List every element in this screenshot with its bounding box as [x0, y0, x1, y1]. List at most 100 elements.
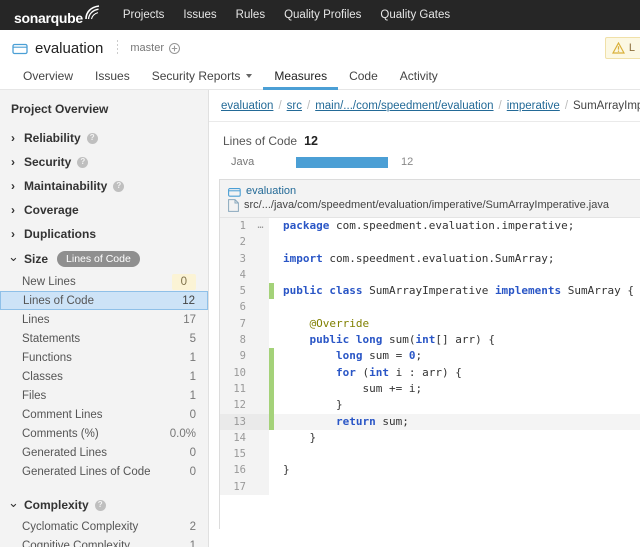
- sidebar-domain-maintainability[interactable]: ›Maintainability?: [0, 174, 208, 198]
- code-line-scm-icon[interactable]: [252, 251, 269, 267]
- code-line[interactable]: 15: [220, 446, 640, 462]
- code-line[interactable]: 5public class SumArrayImperative impleme…: [220, 283, 640, 299]
- code-line[interactable]: 1…package com.speedment.evaluation.imper…: [220, 218, 640, 234]
- breadcrumb-item-main-path[interactable]: main/.../com/speedment/evaluation: [315, 100, 493, 112]
- code-line-scm-icon[interactable]: [252, 479, 269, 495]
- code-line-scm-icon[interactable]: …: [252, 218, 269, 234]
- sidebar-metric-generated-lines[interactable]: Generated Lines0: [0, 443, 208, 462]
- topnav-item-quality-profiles[interactable]: Quality Profiles: [284, 9, 361, 21]
- tab-issues[interactable]: Issues: [84, 64, 141, 90]
- code-line-number[interactable]: 15: [220, 446, 252, 462]
- help-icon[interactable]: ?: [95, 500, 106, 511]
- code-line[interactable]: 9 long sum = 0;: [220, 348, 640, 364]
- breadcrumb-item-imperative[interactable]: imperative: [507, 100, 560, 112]
- code-line-scm-icon[interactable]: [252, 316, 269, 332]
- code-line-number[interactable]: 12: [220, 397, 252, 413]
- sidebar-metric-new-lines[interactable]: New Lines0: [0, 272, 208, 291]
- code-line-number[interactable]: 1: [220, 218, 252, 234]
- code-line-number[interactable]: 5: [220, 283, 252, 299]
- sidebar-domain-security[interactable]: ›Security?: [0, 150, 208, 174]
- topnav-item-projects[interactable]: Projects: [123, 9, 165, 21]
- source-code-lines[interactable]: 1…package com.speedment.evaluation.imper…: [220, 218, 640, 495]
- code-line[interactable]: 12 }: [220, 397, 640, 413]
- code-line[interactable]: 14 }: [220, 430, 640, 446]
- help-icon[interactable]: ?: [77, 157, 88, 168]
- source-project-link[interactable]: evaluation: [246, 184, 296, 198]
- sidebar-metric-comment-lines[interactable]: Comment Lines0: [0, 405, 208, 424]
- breadcrumb-item-evaluation[interactable]: evaluation: [221, 100, 273, 112]
- sonarqube-logo[interactable]: sonarqube: [14, 5, 101, 25]
- code-line-scm-icon[interactable]: [252, 397, 269, 413]
- sidebar-metric-functions[interactable]: Functions1: [0, 348, 208, 367]
- code-line-number[interactable]: 4: [220, 267, 252, 283]
- breadcrumb-item-src[interactable]: src: [287, 100, 302, 112]
- code-line[interactable]: 2: [220, 234, 640, 250]
- tab-code[interactable]: Code: [338, 64, 389, 90]
- sidebar-metric-lines[interactable]: Lines17: [0, 310, 208, 329]
- topnav-item-rules[interactable]: Rules: [236, 9, 265, 21]
- sidebar-domain-size[interactable]: ⌄SizeLines of Code: [0, 246, 208, 272]
- code-line-number[interactable]: 8: [220, 332, 252, 348]
- code-line[interactable]: 8 public long sum(int[] arr) {: [220, 332, 640, 348]
- code-line[interactable]: 4: [220, 267, 640, 283]
- code-line-number[interactable]: 3: [220, 251, 252, 267]
- code-line-number[interactable]: 13: [220, 414, 252, 430]
- topnav-item-quality-gates[interactable]: Quality Gates: [380, 9, 450, 21]
- sidebar-metric-comments[interactable]: Comments (%)0.0%: [0, 424, 208, 443]
- code-line[interactable]: 6: [220, 299, 640, 315]
- code-line-number[interactable]: 11: [220, 381, 252, 397]
- code-line-scm-icon[interactable]: [252, 446, 269, 462]
- code-line-scm-icon[interactable]: [252, 348, 269, 364]
- tab-overview[interactable]: Overview: [12, 64, 84, 90]
- code-line-number[interactable]: 7: [220, 316, 252, 332]
- tab-activity[interactable]: Activity: [389, 64, 449, 90]
- code-line-scm-icon[interactable]: [252, 299, 269, 315]
- code-line-scm-icon[interactable]: [252, 267, 269, 283]
- tab-security-reports[interactable]: Security Reports: [141, 64, 264, 90]
- code-line-number[interactable]: 17: [220, 479, 252, 495]
- sidebar-metric-statements[interactable]: Statements5: [0, 329, 208, 348]
- code-line-scm-icon[interactable]: [252, 365, 269, 381]
- code-line-scm-icon[interactable]: [252, 283, 269, 299]
- code-line-number[interactable]: 14: [220, 430, 252, 446]
- sidebar-metric-cyclomatic-complexity[interactable]: Cyclomatic Complexity2: [0, 517, 208, 536]
- code-line-number[interactable]: 6: [220, 299, 252, 315]
- code-line-scm-icon[interactable]: [252, 381, 269, 397]
- code-line[interactable]: 11 sum += i;: [220, 381, 640, 397]
- code-line[interactable]: 3import com.speedment.evaluation.SumArra…: [220, 251, 640, 267]
- code-line-number[interactable]: 9: [220, 348, 252, 364]
- code-line-scm-icon[interactable]: [252, 332, 269, 348]
- help-icon[interactable]: ?: [87, 133, 98, 144]
- code-line-number[interactable]: 2: [220, 234, 252, 250]
- sidebar-domain-reliability[interactable]: ›Reliability?: [0, 126, 208, 150]
- code-line[interactable]: 10 for (int i : arr) {: [220, 365, 640, 381]
- topnav-item-issues[interactable]: Issues: [183, 9, 216, 21]
- sidebar-metric-classes[interactable]: Classes1: [0, 367, 208, 386]
- sidebar-metric-value: 17: [183, 314, 196, 326]
- code-line-number[interactable]: 16: [220, 462, 252, 478]
- sidebar-metric-files[interactable]: Files1: [0, 386, 208, 405]
- code-line-scm-icon[interactable]: [252, 234, 269, 250]
- code-line[interactable]: 7 @Override: [220, 316, 640, 332]
- sidebar-domain-duplications[interactable]: ›Duplications: [0, 222, 208, 246]
- measure-value: 12: [304, 134, 318, 148]
- code-line-scm-icon[interactable]: [252, 414, 269, 430]
- sidebar-metric-cognitive-complexity[interactable]: Cognitive Complexity1: [0, 536, 208, 547]
- code-line[interactable]: 17: [220, 479, 640, 495]
- code-line[interactable]: 16}: [220, 462, 640, 478]
- branch-name[interactable]: master: [130, 42, 164, 54]
- help-icon[interactable]: ?: [113, 181, 124, 192]
- sidebar-metric-lines-of-code[interactable]: Lines of Code12: [0, 291, 208, 310]
- sidebar-domain-coverage[interactable]: ›Coverage: [0, 198, 208, 222]
- tab-measures[interactable]: Measures: [263, 64, 338, 90]
- analysis-warning-badge[interactable]: L: [605, 37, 640, 59]
- branch-settings-icon[interactable]: [169, 43, 180, 54]
- code-line[interactable]: 13 return sum;: [220, 414, 640, 430]
- code-line-scm-icon[interactable]: [252, 462, 269, 478]
- sidebar-project-overview-link[interactable]: Project Overview: [0, 102, 208, 126]
- code-line-scm-icon[interactable]: [252, 430, 269, 446]
- sidebar-metric-generated-lines-of-code[interactable]: Generated Lines of Code0: [0, 462, 208, 481]
- code-line-number[interactable]: 10: [220, 365, 252, 381]
- sidebar-domain-complexity[interactable]: ⌄Complexity?: [0, 493, 208, 517]
- project-name[interactable]: evaluation: [35, 40, 103, 57]
